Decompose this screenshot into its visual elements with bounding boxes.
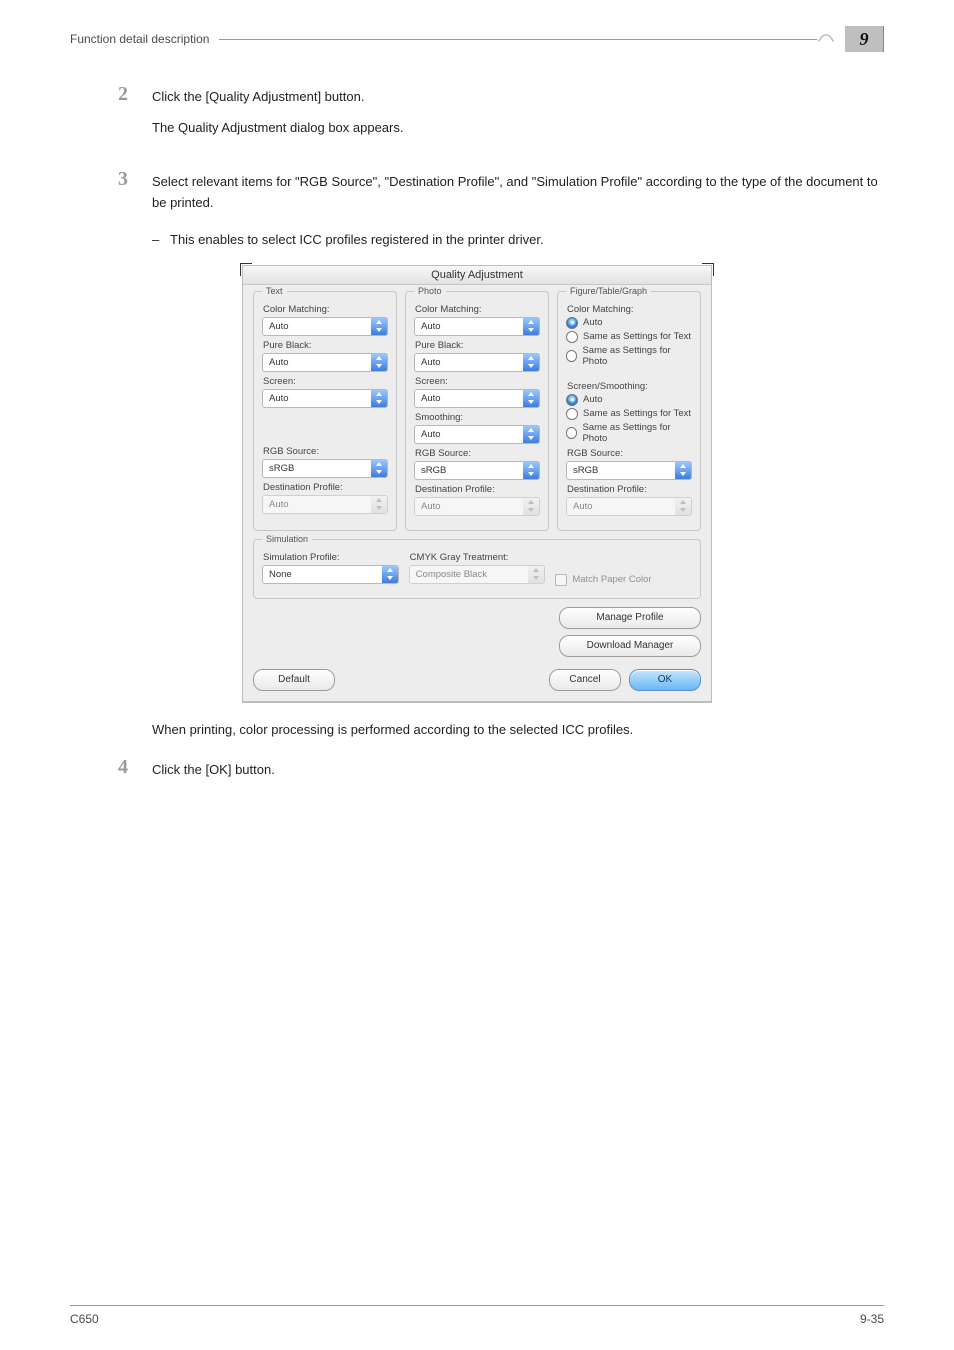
ftg-cm-same-photo-radio[interactable]: Same as Settings for Photo: [566, 345, 692, 367]
label-pure-black: Pure Black:: [415, 340, 540, 351]
dialog-title: Quality Adjustment: [243, 266, 711, 285]
footer-page-number: 9-35: [860, 1312, 884, 1326]
label-screen: Screen:: [415, 376, 540, 387]
label-screen-smoothing: Screen/Smoothing:: [567, 381, 692, 392]
dropdown-arrow-icon: [371, 496, 387, 513]
label-rgb-source: RGB Source:: [567, 448, 692, 459]
text-screen-dropdown[interactable]: Auto: [262, 389, 388, 408]
step-2-line-1: Click the [Quality Adjustment] button.: [152, 86, 403, 107]
dropdown-arrow-icon: [371, 460, 387, 477]
text-pure-black-dropdown[interactable]: Auto: [262, 353, 388, 372]
dropdown-arrow-icon: [371, 390, 387, 407]
group-ftg-legend: Figure/Table/Graph: [566, 286, 651, 296]
label-color-matching: Color Matching:: [567, 304, 692, 315]
simulation-profile-dropdown[interactable]: None: [262, 565, 399, 584]
label-pure-black: Pure Black:: [263, 340, 388, 351]
step-2-line-2: The Quality Adjustment dialog box appear…: [152, 117, 403, 138]
dropdown-arrow-icon: [523, 354, 539, 371]
dropdown-arrow-icon: [523, 318, 539, 335]
label-rgb-source: RGB Source:: [263, 446, 388, 457]
step-number: 3: [118, 169, 152, 224]
label-color-matching: Color Matching:: [263, 304, 388, 315]
step-3-bullet: –This enables to select ICC profiles reg…: [152, 230, 884, 251]
dropdown-arrow-icon: [523, 390, 539, 407]
dropdown-arrow-icon: [528, 566, 544, 583]
step-number: 4: [118, 757, 152, 790]
text-rgb-source-dropdown[interactable]: sRGB: [262, 459, 388, 478]
step-2: 2 Click the [Quality Adjustment] button.…: [118, 84, 884, 149]
chapter-number: 9: [860, 29, 869, 50]
group-text: Text Color Matching: Auto Pure Black: Au…: [253, 291, 397, 531]
label-dest-profile: Destination Profile:: [263, 482, 388, 493]
step-3: 3 Select relevant items for "RGB Source"…: [118, 169, 884, 224]
dropdown-arrow-icon: [523, 426, 539, 443]
running-header: Function detail description 9: [70, 26, 884, 52]
dropdown-arrow-icon: [371, 318, 387, 335]
ftg-ss-same-photo-radio[interactable]: Same as Settings for Photo: [566, 422, 692, 444]
photo-dest-profile-dropdown: Auto: [414, 497, 540, 516]
dropdown-arrow-icon: [382, 566, 398, 583]
dropdown-arrow-icon: [523, 498, 539, 515]
header-rule: [219, 39, 817, 40]
group-simulation-legend: Simulation: [262, 534, 312, 544]
label-dest-profile: Destination Profile:: [415, 484, 540, 495]
label-sim-profile: Simulation Profile:: [263, 552, 399, 563]
group-simulation: Simulation Simulation Profile: None CMYK…: [253, 539, 701, 599]
ftg-cm-auto-radio[interactable]: Auto: [566, 317, 692, 329]
ftg-cm-same-text-radio[interactable]: Same as Settings for Text: [566, 331, 692, 343]
label-cmyk-gray: CMYK Gray Treatment:: [410, 552, 546, 563]
group-figure-table-graph: Figure/Table/Graph Color Matching: Auto …: [557, 291, 701, 531]
dropdown-arrow-icon: [371, 354, 387, 371]
label-smoothing: Smoothing:: [415, 412, 540, 423]
step-3-line-1: Select relevant items for "RGB Source", …: [152, 171, 884, 214]
ftg-ss-auto-radio[interactable]: Auto: [566, 394, 692, 406]
ftg-ss-same-text-radio[interactable]: Same as Settings for Text: [566, 408, 692, 420]
label-rgb-source: RGB Source:: [415, 448, 540, 459]
group-photo: Photo Color Matching: Auto Pure Black: A…: [405, 291, 549, 531]
step-number: 2: [118, 84, 152, 149]
quality-adjustment-dialog: Quality Adjustment Text Color Matching: …: [242, 265, 712, 702]
dropdown-arrow-icon: [675, 498, 691, 515]
photo-smoothing-dropdown[interactable]: Auto: [414, 425, 540, 444]
default-button[interactable]: Default: [253, 669, 335, 691]
photo-screen-dropdown[interactable]: Auto: [414, 389, 540, 408]
dropdown-arrow-icon: [675, 462, 691, 479]
download-manager-button[interactable]: Download Manager: [559, 635, 701, 657]
photo-pure-black-dropdown[interactable]: Auto: [414, 353, 540, 372]
page-footer: C650 9-35: [70, 1305, 884, 1326]
group-text-legend: Text: [262, 286, 287, 296]
text-dest-profile-dropdown: Auto: [262, 495, 388, 514]
photo-color-matching-dropdown[interactable]: Auto: [414, 317, 540, 336]
section-title: Function detail description: [70, 32, 209, 46]
ftg-rgb-source-dropdown[interactable]: sRGB: [566, 461, 692, 480]
step-4: 4 Click the [OK] button.: [118, 757, 884, 790]
ok-button[interactable]: OK: [629, 669, 701, 691]
text-color-matching-dropdown[interactable]: Auto: [262, 317, 388, 336]
step-3-note: When printing, color processing is perfo…: [152, 722, 884, 737]
dropdown-arrow-icon: [523, 462, 539, 479]
cmyk-gray-dropdown: Composite Black: [409, 565, 546, 584]
chapter-number-box: 9: [845, 26, 884, 52]
photo-rgb-source-dropdown[interactable]: sRGB: [414, 461, 540, 480]
ftg-dest-profile-dropdown: Auto: [566, 497, 692, 516]
quality-adjustment-figure: Quality Adjustment Text Color Matching: …: [242, 265, 712, 702]
label-color-matching: Color Matching:: [415, 304, 540, 315]
match-paper-color-checkbox[interactable]: Match Paper Color: [555, 574, 651, 586]
cancel-button[interactable]: Cancel: [549, 669, 621, 691]
manage-profile-button[interactable]: Manage Profile: [559, 607, 701, 629]
cap-icon: [817, 30, 835, 49]
label-dest-profile: Destination Profile:: [567, 484, 692, 495]
group-photo-legend: Photo: [414, 286, 446, 296]
label-screen: Screen:: [263, 376, 388, 387]
footer-model: C650: [70, 1312, 99, 1326]
step-4-line-1: Click the [OK] button.: [152, 759, 275, 780]
